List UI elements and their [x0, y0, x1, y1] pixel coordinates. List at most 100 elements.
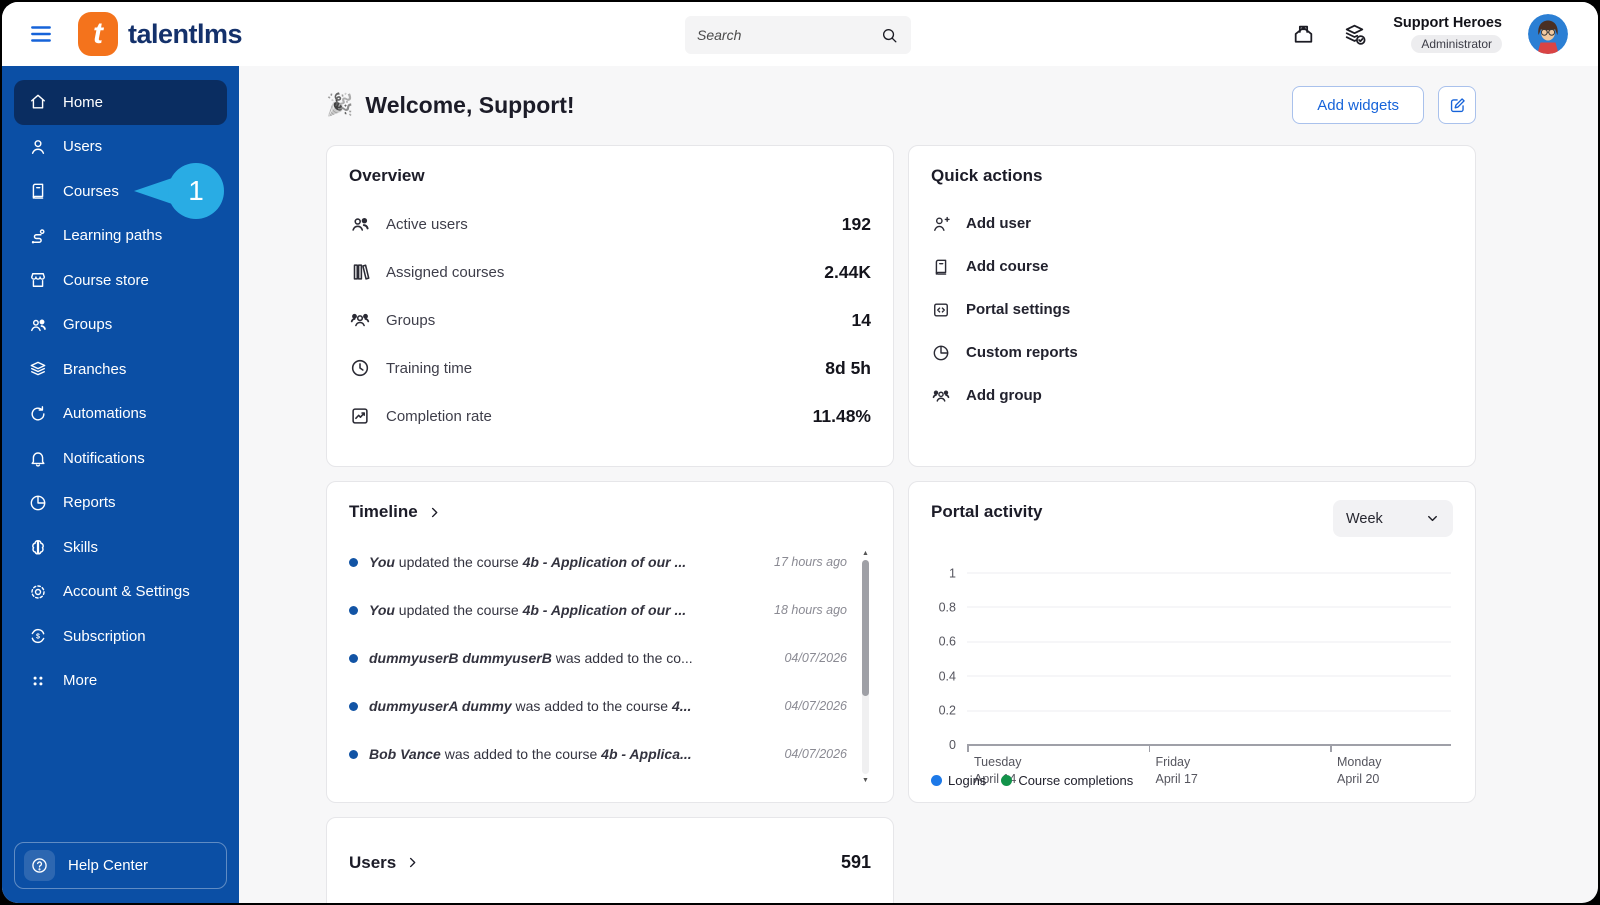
timeline-timestamp: 04/07/2026	[784, 747, 847, 761]
sidebar: Home Users Courses 1 Learning paths Cour…	[2, 66, 239, 903]
step-callout-badge: 1	[134, 163, 224, 220]
portal-activity-card: Portal activity Week 1 0.8 0.6 0.4 0.2 0 Tuesd…	[908, 481, 1476, 803]
y-tick-label: 1	[949, 566, 956, 580]
sidebar-item-courses[interactable]: Courses 1	[14, 163, 227, 220]
search-input[interactable]	[697, 27, 880, 43]
quick-action-item[interactable]: Add course	[931, 245, 1453, 288]
timeline-entry[interactable]: Bob Vance was added to the course 4b - A…	[349, 730, 847, 778]
search-bar[interactable]	[685, 16, 911, 54]
period-dropdown[interactable]: Week	[1333, 500, 1453, 537]
timeline-timestamp: 04/07/2026	[784, 651, 847, 665]
overview-title: Overview	[349, 166, 425, 185]
gridline: 1	[949, 566, 1451, 580]
user-block[interactable]: Support Heroes Administrator	[1393, 15, 1502, 53]
home-icon	[28, 92, 48, 112]
app-window: t talentlms Support Heroes Administrator	[2, 2, 1598, 903]
automation-icon	[28, 404, 48, 424]
search-icon[interactable]	[880, 26, 899, 45]
timeline-timestamp: 17 hours ago	[774, 555, 847, 569]
pie-icon	[931, 343, 951, 363]
help-icon-box	[24, 850, 55, 881]
menu-icon[interactable]	[28, 21, 54, 47]
avatar[interactable]	[1528, 14, 1568, 54]
timeline-list: You updated the course 4b - Application …	[349, 538, 871, 784]
sidebar-item-users[interactable]: Users	[14, 125, 227, 170]
users-card: Users 591	[326, 817, 894, 903]
gear-icon	[28, 582, 48, 602]
timeline-header[interactable]: Timeline	[349, 502, 871, 522]
sidebar-item-more[interactable]: More	[14, 659, 227, 704]
timeline-entry[interactable]: You updated the course 4b - Application …	[349, 586, 847, 634]
scrollbar-thumb[interactable]	[862, 560, 869, 696]
overview-row: Training time 8d 5h	[349, 344, 871, 392]
quick-actions-rows: Add user Add course Portal settings Cust…	[931, 202, 1453, 417]
question-mark-icon	[30, 856, 49, 875]
legend-label: Course completions	[1018, 773, 1134, 788]
scroll-up-icon[interactable]: ▲	[862, 550, 869, 557]
users-card-header[interactable]: Users	[349, 853, 420, 873]
x-tick-mark	[967, 745, 969, 752]
timeline-entry[interactable]: dummyuserB dummyuserB was added to the c…	[349, 634, 847, 682]
courses-stack-icon[interactable]	[1342, 22, 1367, 47]
overview-row: Completion rate 11.48%	[349, 392, 871, 440]
x-tick-label: Monday April 20	[1337, 755, 1382, 786]
pie-icon	[28, 493, 48, 513]
sidebar-item-subscription[interactable]: $ Subscription	[14, 614, 227, 659]
codeBox-icon	[931, 300, 951, 320]
timeline-entry[interactable]: You updated the course 4b - Application …	[349, 538, 847, 586]
group2-icon	[349, 309, 371, 331]
legend-dot-icon	[1001, 775, 1013, 786]
svg-text:$: $	[36, 633, 40, 641]
quick-action-item[interactable]: Add group	[931, 374, 1453, 417]
quick-action-item[interactable]: Add user	[931, 202, 1453, 245]
chevron-right-icon	[405, 855, 420, 870]
edit-dashboard-button[interactable]	[1438, 86, 1476, 124]
timeline-entry[interactable]: dummyuserA dummy was added to the course…	[349, 682, 847, 730]
scroll-down-icon[interactable]: ▼	[862, 777, 869, 784]
sidebar-item-account-settings[interactable]: Account & Settings	[14, 570, 227, 615]
y-tick-label: 0.6	[938, 634, 956, 649]
y-tick-label: 0	[949, 738, 956, 752]
quick-action-item[interactable]: Portal settings	[931, 288, 1453, 331]
legend-dot-icon	[931, 775, 942, 786]
logo[interactable]: t talentlms	[78, 12, 243, 56]
gridline: 0.4	[939, 669, 1451, 683]
sidebar-item-home[interactable]: Home	[14, 80, 227, 125]
x-tick-mark	[1148, 745, 1150, 752]
overview-rows: Active users 192 Assigned courses 2.44K …	[349, 200, 871, 440]
brain-icon	[28, 537, 48, 557]
y-tick-label: 0.4	[938, 669, 956, 684]
sidebar-item-learning-paths[interactable]: Learning paths	[14, 214, 227, 259]
users-count: 591	[840, 852, 871, 872]
inbox-icon[interactable]	[1291, 22, 1316, 47]
logo-icon: t	[78, 12, 118, 56]
legend-label: Logins	[948, 773, 987, 788]
timeline-scrollbar[interactable]: ▲ ▼	[862, 550, 869, 784]
help-center-label: Help Center	[68, 857, 149, 874]
legend-item[interactable]: Logins	[931, 773, 986, 788]
bullet-icon	[349, 749, 358, 759]
chevron-right-icon	[427, 505, 442, 520]
sidebar-item-course-store[interactable]: Course store	[14, 258, 227, 303]
welcome-text: Welcome, Support!	[365, 91, 575, 118]
overview-card: Overview Active users 192 Assigned cours…	[326, 145, 894, 467]
sidebar-item-reports[interactable]: Reports	[14, 481, 227, 526]
legend-item[interactable]: Course completions	[1001, 773, 1133, 788]
quick-action-item[interactable]: Custom reports	[931, 331, 1453, 374]
sidebar-item-notifications[interactable]: Notifications	[14, 436, 227, 481]
sidebar-item-groups[interactable]: Groups	[14, 303, 227, 348]
page-title: 🎉 Welcome, Support!	[326, 92, 575, 119]
bullet-icon	[349, 557, 358, 567]
trend-icon	[349, 405, 371, 427]
sidebar-item-branches[interactable]: Branches	[14, 347, 227, 392]
sidebar-item-skills[interactable]: Skills	[14, 525, 227, 570]
add-widgets-button[interactable]: Add widgets	[1292, 86, 1424, 124]
books-icon	[349, 261, 371, 283]
bullet-icon	[349, 653, 358, 663]
userPlus-icon	[931, 214, 951, 234]
timeline-card: Timeline You updated the course 4b - App…	[326, 481, 894, 803]
portal-activity-title: Portal activity	[931, 502, 1043, 521]
help-center-button[interactable]: Help Center	[14, 842, 227, 889]
bullet-icon	[349, 701, 358, 711]
sidebar-item-automations[interactable]: Automations	[14, 392, 227, 437]
